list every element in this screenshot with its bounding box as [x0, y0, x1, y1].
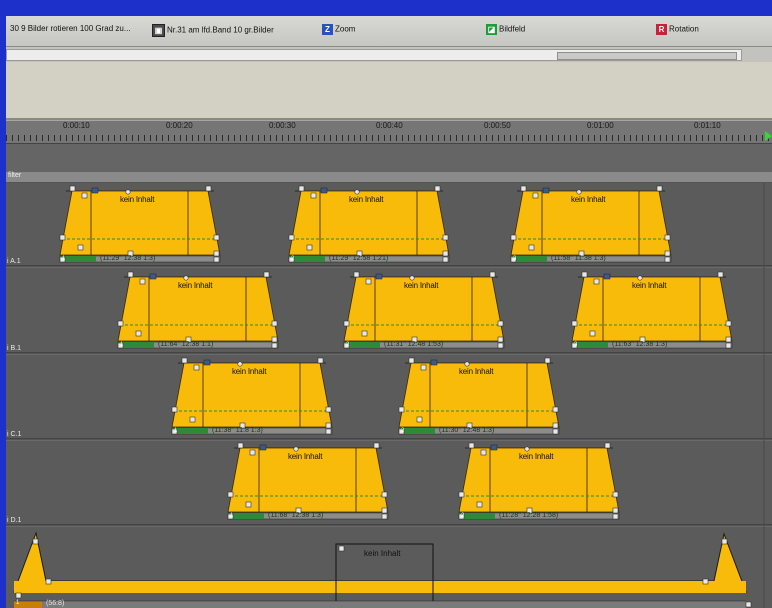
zoom-button[interactable]: Z Zoom — [322, 24, 355, 35]
effect-list-selector[interactable]: 30 9 Bilder rotieren 100 Grad zu... — [10, 24, 131, 33]
ruler-tick: 0:00:20 — [166, 121, 193, 130]
ruler-tick: 0:00:30 — [269, 121, 296, 130]
clip-index: 1 — [120, 342, 124, 348]
ruler-tick: 0:01:10 — [694, 121, 721, 130]
clip-info: (11:38" 11:8 1:3) — [212, 427, 263, 434]
rotation-icon: R — [656, 24, 667, 35]
effect-clip[interactable]: kein Inhalt (11:30" 12:48 1:3) 2 — [395, 357, 563, 439]
clip-index: 2 — [346, 342, 350, 348]
clip-index: 1 — [62, 256, 66, 262]
clip-index: 3 — [513, 256, 517, 262]
timeline-window: 30 9 Bilder rotieren 100 Grad zu... ▣ Nr.… — [6, 16, 772, 608]
clip-info: (11:63" 12:38 1:3) — [612, 341, 668, 348]
effect-clip[interactable]: kein Inhalt (11:64" 12:38 1:1) 1 — [114, 271, 282, 353]
clip-index: 1 — [230, 513, 234, 519]
rotation-label: Rotation — [669, 24, 699, 34]
ruler-tick: 0:01:00 — [587, 121, 614, 130]
clip-info: (11:31" 12:48 1:53) — [384, 341, 444, 348]
clip-title: kein Inhalt — [404, 281, 439, 290]
clip-info: (11:29" 12:38 1:3) — [100, 255, 156, 262]
effect-clip[interactable]: kein Inhalt (11:28" 12:28 1:58) 2 — [455, 442, 623, 524]
clip-title: kein Inhalt — [519, 452, 554, 461]
clip-index: 2 — [401, 428, 405, 434]
clip-info: (11:64" 12:38 1:1) — [158, 341, 214, 348]
filter-label: filter — [8, 172, 22, 179]
effect-clip[interactable]: kein Inhalt (11:38" 11:8 1:3) 1 — [168, 357, 336, 439]
clip-title: kein Inhalt — [120, 195, 155, 204]
effect-clip[interactable]: kein Inhalt (11:29" 12:38 1:3) 1 — [56, 185, 224, 267]
zoom-label: Zoom — [335, 24, 356, 34]
ruler-tick: 0:00:10 — [63, 121, 90, 130]
effect-clip[interactable]: kein Inhalt (11:31" 12:48 1:53) 2 — [340, 271, 508, 353]
ruler-tick: 0:00:40 — [376, 121, 403, 130]
clip-index: 2 — [461, 513, 465, 519]
bildfeld-icon: ◪ — [486, 24, 497, 35]
track-label-a: i A.1 — [7, 258, 21, 265]
track-label-b: i B.1 — [7, 345, 22, 352]
clip-title: kein Inhalt — [232, 367, 267, 376]
master-clip-index: 1 — [16, 600, 20, 606]
film-icon: ▣ — [152, 24, 165, 37]
master-clip-info: (56:8) — [46, 600, 65, 607]
playhead-marker[interactable] — [765, 131, 772, 141]
film-strip-label: Nr.31 am lfd.Band 10 gr.Bilder — [167, 25, 274, 35]
preview-panel — [6, 62, 772, 120]
time-ruler[interactable]: 0:00:10 0:00:20 0:00:30 0:00:40 0:00:50 … — [6, 120, 772, 144]
zoom-icon: Z — [322, 24, 333, 35]
clip-title: kein Inhalt — [459, 367, 494, 376]
effect-clip[interactable]: kein Inhalt (11:29" 12:58 1:21) 2 — [285, 185, 453, 267]
effect-clip[interactable]: kein Inhalt (11:68" 12:38 1:3) 1 — [224, 442, 392, 524]
track-label-c: i C.1 — [7, 431, 22, 438]
clip-info: (11:29" 12:58 1:21) — [329, 255, 389, 262]
clip-title: kein Inhalt — [349, 195, 384, 204]
effect-clip[interactable]: kein Inhalt (11:63" 12:38 1:3) 3 — [568, 271, 736, 353]
clip-index: 3 — [574, 342, 578, 348]
bildfeld-label: Bildfeld — [499, 24, 526, 34]
clip-info: (11:68" 12:38 1:3) — [268, 512, 324, 519]
clip-info: (11:58" 11:38 1:3) — [551, 255, 606, 262]
bildfeld-button[interactable]: ◪ Bildfeld — [486, 24, 525, 35]
rotation-button[interactable]: R Rotation — [656, 24, 699, 35]
effect-clip[interactable]: kein Inhalt (11:58" 11:38 1:3) 3 — [507, 185, 675, 267]
clip-info: (11:30" 12:48 1:3) — [439, 427, 495, 434]
clip-title: kein Inhalt — [178, 281, 213, 290]
clip-info: (11:28" 12:28 1:58) — [499, 512, 559, 519]
tracks-area: i A.1 i B.1 i C.1 i D.1 kein Inhalt (11:2… — [6, 183, 772, 608]
clip-title: kein Inhalt — [288, 452, 323, 461]
clip-title: kein Inhalt — [571, 195, 606, 204]
master-clip-shape — [13, 531, 752, 608]
horizontal-scroll-row — [6, 47, 772, 62]
master-clip[interactable]: kein Inhalt (56:8) 1 — [6, 528, 772, 608]
film-strip-button[interactable]: ▣ Nr.31 am lfd.Band 10 gr.Bilder — [152, 24, 274, 37]
scrollbar-thumb[interactable] — [557, 52, 737, 60]
ruler-tick: 0:00:50 — [484, 121, 511, 130]
clip-index: 1 — [174, 428, 178, 434]
filter-track-header: filter — [6, 172, 772, 183]
clip-index: 2 — [291, 256, 295, 262]
horizontal-scrollbar[interactable] — [6, 49, 742, 61]
clip-title: kein Inhalt — [632, 281, 667, 290]
effect-toolbar: 30 9 Bilder rotieren 100 Grad zu... ▣ Nr.… — [6, 16, 772, 47]
track-label-d: i D.1 — [7, 517, 22, 524]
track-spacer — [6, 144, 772, 172]
master-clip-title: kein Inhalt — [364, 549, 401, 558]
